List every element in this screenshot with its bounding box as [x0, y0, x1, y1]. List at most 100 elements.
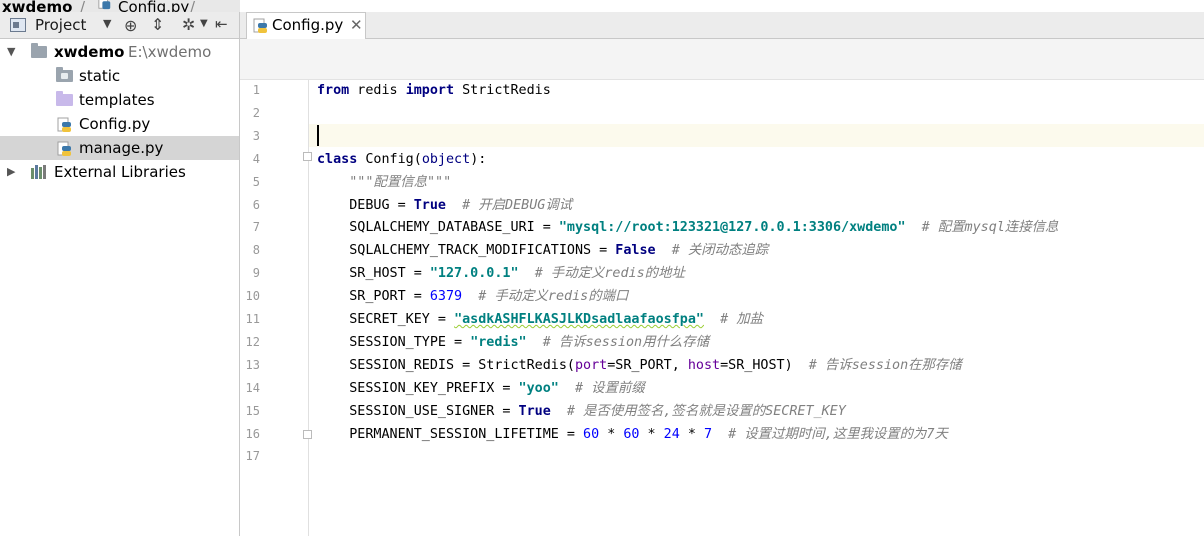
- code-token: # 手动定义redis的端口: [478, 289, 629, 305]
- code-token: # 关闭动态追踪: [671, 243, 769, 259]
- code-line[interactable]: SECRET_KEY = "asdkASHFLKASJLKDsadlaafaos…: [317, 308, 763, 331]
- tree-item-config-py[interactable]: Config.py: [0, 112, 239, 136]
- code-token: =SR_HOST): [720, 357, 809, 373]
- tree-item-label: Config.py: [79, 115, 151, 133]
- tree-item-label: static: [79, 67, 121, 85]
- code-token: SESSION_REDIS = StrictRedis(: [317, 357, 575, 373]
- line-number: 12: [245, 334, 260, 349]
- code-line[interactable]: PERMANENT_SESSION_LIFETIME = 60 * 60 * 2…: [317, 423, 948, 446]
- code-token: ):: [470, 151, 487, 167]
- code-line[interactable]: SR_HOST = "127.0.0.1" # 手动定义redis的地址: [317, 262, 685, 285]
- scroll-from-source-icon[interactable]: ⊕: [124, 16, 137, 35]
- code-token: # 配置mysql连接信息: [921, 220, 1059, 236]
- tree-item-label: manage.py: [79, 139, 164, 157]
- code-line[interactable]: DEBUG = True # 开启DEBUG调试: [317, 194, 572, 217]
- code-token: # 设置过期时间,这里我设置的为7天: [728, 426, 948, 442]
- breadcrumb-file[interactable]: Config.py: [118, 0, 189, 12]
- code-token: 60: [623, 426, 640, 442]
- tree-item-templates[interactable]: templates: [0, 88, 239, 112]
- line-number: 10: [245, 289, 260, 304]
- code-token: host: [687, 357, 721, 373]
- hide-panel-icon[interactable]: ⇤: [215, 15, 228, 33]
- python-file-icon: [57, 141, 71, 156]
- code-line[interactable]: class Config(object):: [317, 148, 486, 171]
- gear-dropdown-icon[interactable]: ▼: [200, 18, 208, 29]
- code-token: *: [599, 426, 624, 442]
- code-token: class: [317, 151, 358, 167]
- code-token: "yoo": [518, 380, 559, 396]
- tree-item-path: E:\xwdemo: [128, 43, 212, 61]
- collapse-all-icon[interactable]: ⇕: [151, 15, 164, 34]
- chevron-right-icon[interactable]: ▶: [7, 160, 15, 184]
- tree-item-root[interactable]: ▼ xwdemo E:\xwdemo: [0, 40, 239, 64]
- line-number: 7: [252, 220, 260, 235]
- code-token: redis: [349, 83, 406, 98]
- editor-tab-bar: Config.py ✕: [240, 12, 1204, 39]
- project-panel: Project ▼ ⊕ ⇕ ✲ ▼ ⇤ ▼ xwdemo E:\xwdemo s…: [0, 12, 240, 536]
- code-line[interactable]: SESSION_USE_SIGNER = True # 是否使用签名,签名就是设…: [317, 400, 846, 423]
- code-token: # 是否使用签名,签名就是设置的SECRET_KEY: [566, 403, 846, 419]
- folder-icon: [31, 43, 47, 58]
- breadcrumb-project[interactable]: xwdemo: [2, 0, 72, 12]
- code-token: PERMANENT_SESSION_LIFETIME =: [317, 426, 584, 442]
- fold-marker-icon[interactable]: [303, 430, 312, 439]
- code-line[interactable]: """配置信息""": [317, 171, 451, 194]
- code-token: *: [679, 426, 704, 442]
- line-number: 9: [252, 266, 260, 281]
- line-number: 6: [252, 197, 260, 212]
- code-token: True: [518, 403, 551, 419]
- tab-config-py[interactable]: Config.py ✕: [246, 12, 366, 39]
- tree-item-label: External Libraries: [54, 163, 186, 181]
- code-token: =SR_PORT,: [607, 357, 688, 373]
- code-token: # 开启DEBUG调试: [462, 197, 573, 213]
- code-line[interactable]: from redis import StrictRedis: [317, 79, 551, 102]
- code-token: "127.0.0.1": [429, 266, 519, 282]
- code-token: # 告诉session用什么存储: [542, 334, 710, 350]
- library-icon: [31, 165, 49, 179]
- code-token: SR_HOST =: [317, 266, 430, 282]
- editor-breadcrumb-band: [240, 39, 1204, 80]
- code-token: "mysql://root:123321@127.0.0.1:3306/xwde…: [558, 220, 906, 236]
- close-icon[interactable]: ✕: [350, 16, 363, 34]
- code-token: from: [317, 83, 350, 98]
- code-token: object: [421, 151, 471, 167]
- project-panel-toolbar: Project ▼ ⊕ ⇕ ✲ ▼ ⇤: [0, 12, 239, 39]
- chevron-down-icon[interactable]: ▼: [103, 17, 111, 30]
- code-line[interactable]: SQLALCHEMY_TRACK_MODIFICATIONS = False #…: [317, 239, 768, 262]
- project-view-selector[interactable]: Project: [35, 16, 86, 34]
- tree-item-external-libraries[interactable]: ▶ External Libraries: [0, 160, 239, 184]
- code-token: Config(: [357, 151, 422, 167]
- line-number: 1: [252, 83, 260, 97]
- code-line[interactable]: SESSION_TYPE = "redis" # 告诉session用什么存储: [317, 331, 709, 354]
- navigation-breadcrumb: xwdemo / Config.py /: [0, 0, 240, 12]
- code-line[interactable]: SQLALCHEMY_DATABASE_URI = "mysql://root:…: [317, 216, 1058, 239]
- code-token: SQLALCHEMY_TRACK_MODIFICATIONS =: [317, 243, 616, 259]
- chevron-down-icon[interactable]: ▼: [7, 40, 15, 64]
- tree-item-static[interactable]: static: [0, 64, 239, 88]
- tree-item-label: templates: [79, 91, 155, 109]
- code-token: 24: [663, 426, 680, 442]
- code-line[interactable]: SR_PORT = 6379 # 手动定义redis的端口: [317, 285, 628, 308]
- code-token: DEBUG =: [317, 197, 414, 213]
- code-line[interactable]: SESSION_KEY_PREFIX = "yoo" # 设置前缀: [317, 377, 645, 400]
- code-token: SQLALCHEMY_DATABASE_URI =: [317, 220, 559, 236]
- current-line-highlight: [309, 124, 1204, 147]
- fold-marker-icon[interactable]: [303, 152, 312, 161]
- code-line[interactable]: SESSION_REDIS = StrictRedis(port=SR_PORT…: [317, 354, 961, 377]
- code-token: True: [413, 197, 446, 213]
- code-token: # 设置前缀: [574, 380, 645, 396]
- gear-icon[interactable]: ✲: [182, 15, 195, 34]
- code-token: SESSION_KEY_PREFIX =: [317, 380, 519, 396]
- code-token: # 加盐: [720, 312, 764, 327]
- tree-item-manage-py[interactable]: manage.py: [0, 136, 239, 160]
- code-token: 60: [583, 426, 600, 442]
- line-number: 16: [245, 426, 260, 441]
